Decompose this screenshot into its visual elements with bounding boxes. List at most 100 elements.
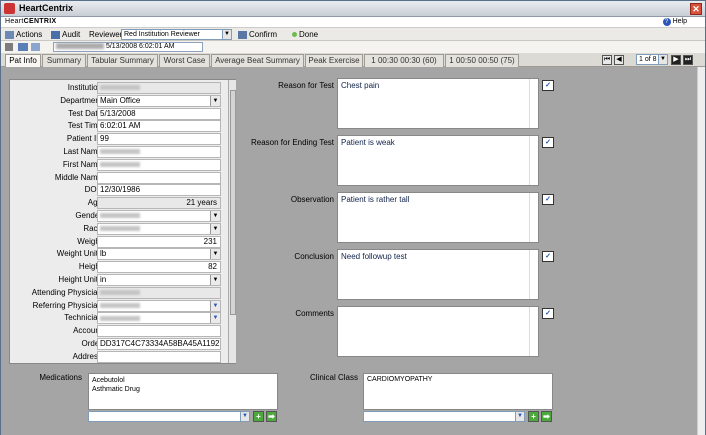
textarea-scrollbar[interactable] (529, 79, 538, 128)
tab-4[interactable]: Worst Case (159, 54, 210, 67)
form-row: Height Units in ▼ (10, 274, 228, 287)
main-scrollbar[interactable] (697, 67, 705, 435)
actions-button[interactable]: Actions (5, 29, 42, 40)
page-select[interactable]: 1 of 8 ▼ (636, 54, 668, 65)
tab-3[interactable]: Tabular Summary (87, 54, 158, 67)
tab-1[interactable]: Pat Info (5, 54, 41, 68)
confirm-button[interactable]: Confirm (238, 29, 277, 40)
form-field[interactable]: 5/13/2008 (97, 107, 221, 120)
textarea-scrollbar[interactable] (529, 307, 538, 356)
done-button[interactable]: Done (292, 29, 318, 40)
reviewer-dropdown[interactable]: Red Institution Reviewer ▼ (121, 29, 232, 40)
spellcheck-icon[interactable]: ✓ (542, 80, 554, 91)
arrow-right-icon[interactable]: ➡ (266, 411, 277, 422)
textarea-scrollbar[interactable] (529, 136, 538, 185)
app-icon (4, 3, 15, 14)
print-icon[interactable] (5, 43, 13, 51)
medications-dropdown[interactable]: ▼ (88, 411, 250, 422)
form-field[interactable]: in ▼ (97, 274, 221, 286)
chevron-down-icon[interactable]: ▼ (210, 223, 220, 234)
report-textarea[interactable]: Patient is rather tall (337, 192, 539, 243)
clinical-class-dropdown[interactable]: ▼ (363, 411, 525, 422)
form-field[interactable] (97, 171, 221, 184)
form-field: 21 years (97, 197, 221, 210)
spellcheck-icon[interactable]: ✓ (542, 251, 554, 262)
chevron-down-icon[interactable]: ▼ (210, 300, 220, 311)
form-row: Age 21 years (10, 197, 228, 210)
redacted-value (100, 213, 140, 219)
spellcheck-icon[interactable]: ✓ (542, 137, 554, 148)
spellcheck-icon[interactable]: ✓ (542, 194, 554, 205)
chevron-down-icon: ▼ (240, 412, 249, 421)
form-field[interactable] (97, 158, 221, 171)
tab-5[interactable]: Average Beat Summary (211, 54, 304, 67)
form-field[interactable]: lb ▼ (97, 248, 221, 261)
clinical-class-label: Clinical Class (309, 373, 358, 382)
close-button[interactable]: ✕ (690, 3, 702, 15)
tab-6[interactable]: Peak Exercise (305, 54, 363, 67)
list-item[interactable]: CARDIOMYOPATHY (367, 376, 549, 383)
calendar-icon[interactable] (31, 43, 40, 51)
tab-7[interactable]: 1 00:30 00:30 (60) (364, 54, 444, 67)
chevron-down-icon[interactable]: ▼ (210, 275, 220, 285)
chevron-down-icon[interactable]: ▼ (210, 95, 220, 106)
form-field[interactable]: 6:02:01 AM (97, 120, 221, 133)
form-field (97, 82, 221, 94)
spellcheck-icon[interactable]: ✓ (542, 308, 554, 319)
tab-8[interactable]: 1 00:50 00:50 (75) (445, 54, 519, 67)
report-textarea[interactable]: Need followup test (337, 249, 539, 300)
form-scrollbar[interactable] (228, 80, 236, 363)
app-window: HeartCentrix ✕ HeartCENTRIX ? Help Action… (0, 0, 706, 435)
form-field[interactable]: 231 (97, 235, 221, 248)
first-page-icon[interactable]: ⏮ (602, 55, 612, 65)
form-row: Middle Name (10, 171, 228, 185)
clinical-class-list[interactable]: CARDIOMYOPATHY (363, 373, 553, 410)
report-textarea[interactable] (337, 306, 539, 357)
report-textarea[interactable]: Chest pain (337, 78, 539, 129)
field-value: 21 years (186, 198, 217, 208)
last-page-icon[interactable]: ⏭ (683, 55, 693, 65)
form-field[interactable]: Main Office ▼ (97, 94, 221, 107)
form-field (97, 286, 221, 299)
medications-list[interactable]: Acebutolol Asthmatic Drug (88, 373, 278, 410)
form-field[interactable]: ▼ (97, 312, 221, 325)
form-field[interactable]: 82 (97, 261, 221, 274)
chevron-down-icon[interactable]: ▼ (210, 211, 220, 221)
chevron-down-icon: ▼ (658, 55, 667, 64)
brand-logo: HeartCENTRIX (5, 18, 57, 25)
link-icon[interactable] (18, 43, 28, 51)
next-page-icon[interactable]: ▶ (671, 55, 681, 65)
plus-icon[interactable]: + (253, 411, 264, 422)
window-title: HeartCentrix (19, 3, 74, 13)
chevron-down-icon[interactable]: ▼ (210, 313, 220, 324)
form-field[interactable]: ▼ (97, 222, 221, 235)
form-field[interactable] (97, 146, 221, 158)
form-field[interactable] (97, 350, 221, 363)
field-value: 12/30/1986 (100, 185, 141, 195)
textarea-scrollbar[interactable] (529, 193, 538, 242)
form-field[interactable]: ▼ (97, 210, 221, 222)
arrow-right-icon[interactable]: ➡ (541, 411, 552, 422)
form-field[interactable] (97, 325, 221, 338)
redacted-value (100, 226, 140, 232)
audit-button[interactable]: Audit (51, 29, 80, 40)
form-field[interactable]: 12/30/1986 (97, 184, 221, 197)
form-field[interactable]: DD317C4C73334A58BA45A11927 (97, 338, 221, 350)
done-icon (292, 32, 297, 38)
form-row: Weight 231 (10, 235, 228, 249)
form-label: Referring Physician (32, 300, 102, 310)
textarea-scrollbar[interactable] (529, 250, 538, 299)
list-item[interactable]: Asthmatic Drug (92, 385, 274, 394)
list-item[interactable]: Acebutolol (92, 376, 274, 385)
help-button[interactable]: ? Help (662, 18, 687, 26)
prev-page-icon[interactable]: ◀ (614, 55, 624, 65)
form-field[interactable]: ▼ (97, 299, 221, 312)
report-textarea[interactable]: Patient is weak (337, 135, 539, 186)
chevron-down-icon[interactable]: ▼ (210, 249, 220, 260)
report-label: Reason for Test (278, 81, 334, 90)
report-text: Patient is rather tall (341, 195, 410, 204)
form-field[interactable]: 99 (97, 133, 221, 146)
redacted-value (100, 149, 140, 155)
plus-icon[interactable]: + (528, 411, 539, 422)
tab-2[interactable]: Summary (42, 54, 86, 67)
